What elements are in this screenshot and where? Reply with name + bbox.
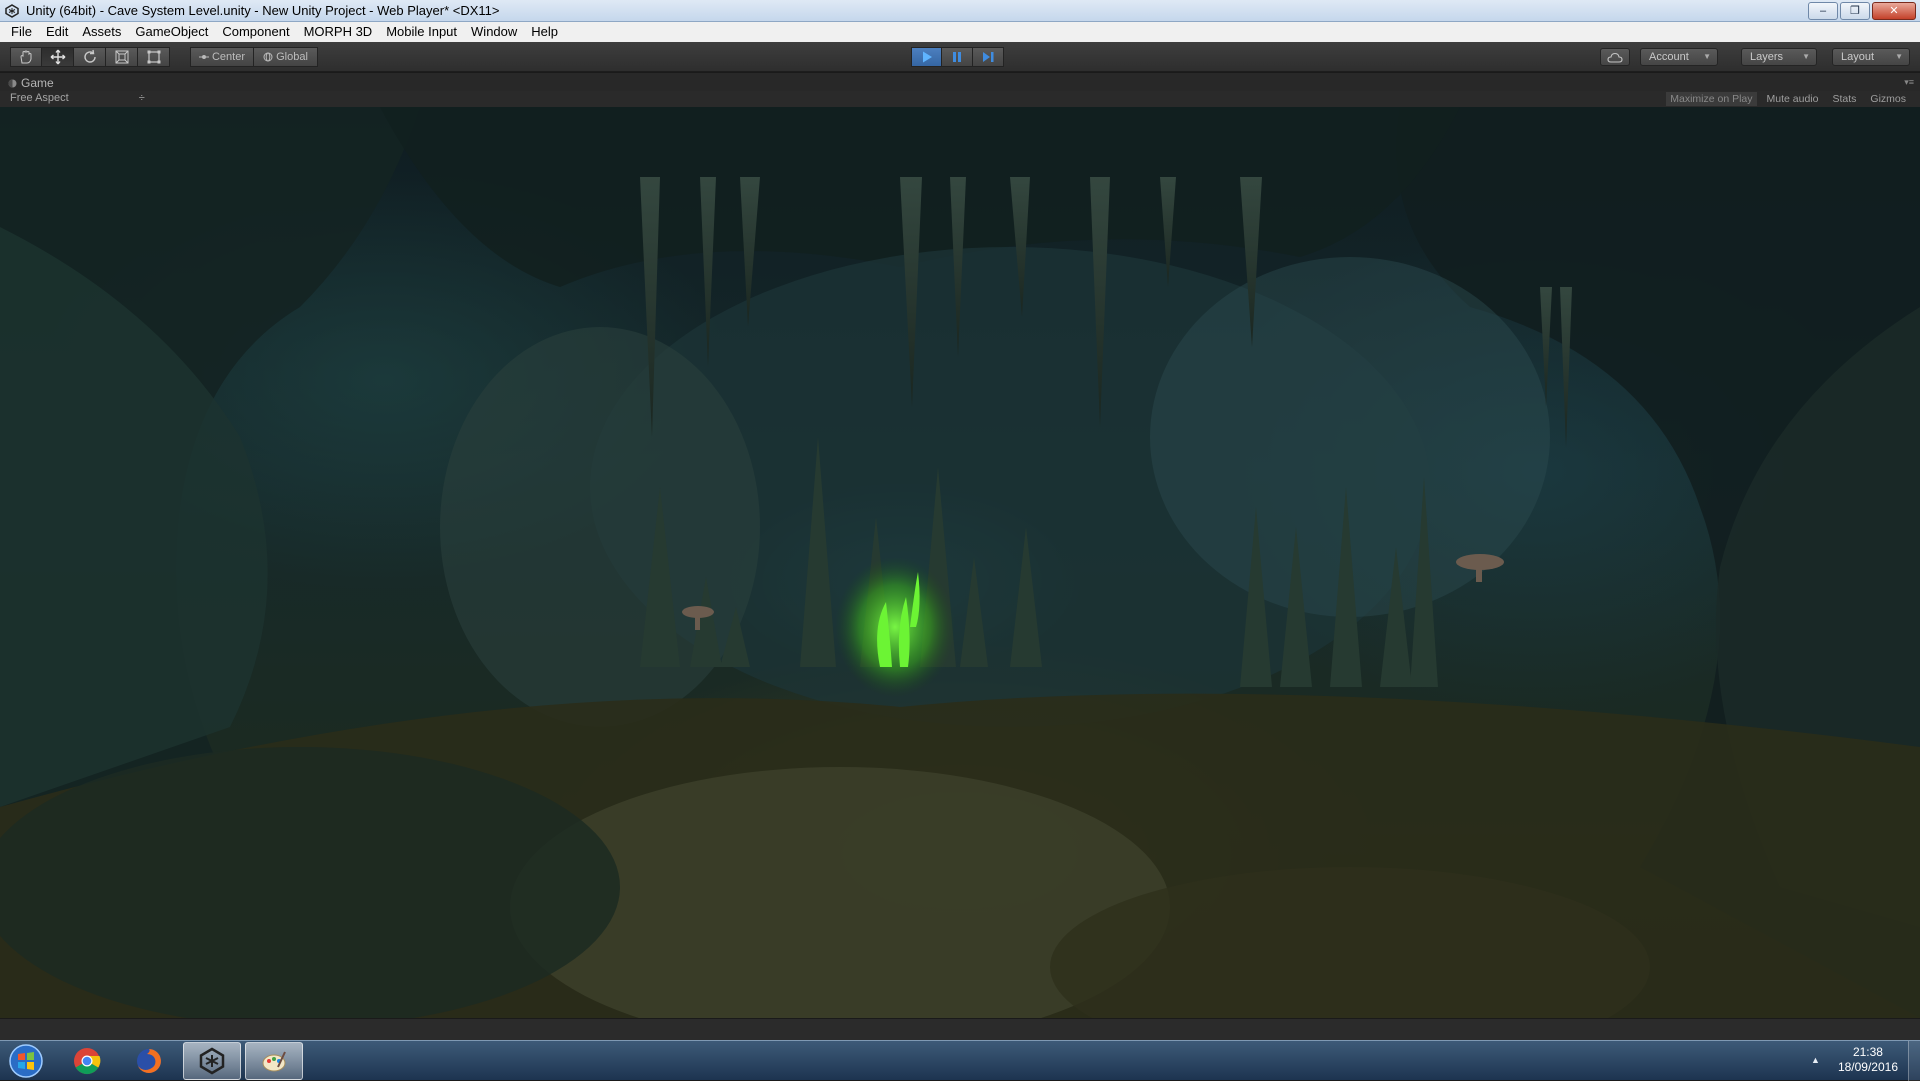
pivot-center-button[interactable]: Center <box>190 47 254 67</box>
pause-icon <box>953 52 961 62</box>
close-button[interactable]: ✕ <box>1872 1 1916 20</box>
cave-scene <box>0 107 1920 1018</box>
scale-tool-button[interactable] <box>106 47 138 67</box>
pivot-center-label: Center <box>211 51 246 63</box>
hand-tool-button[interactable] <box>10 47 42 67</box>
unity-icon <box>199 1047 225 1075</box>
scale-tool-icon <box>115 50 128 64</box>
game-panel-tab-bar: Game ▾≡ <box>0 73 1920 91</box>
show-desktop-button[interactable] <box>1908 1041 1920 1081</box>
account-label: Account <box>1649 51 1689 63</box>
game-tab-label: Game <box>21 76 54 90</box>
layout-label: Layout <box>1841 51 1875 63</box>
layout-dropdown[interactable]: Layout ▼ <box>1832 48 1910 66</box>
maximize-on-play-toggle[interactable]: Maximize on Play <box>1666 92 1757 106</box>
game-tab[interactable]: Game <box>8 75 54 91</box>
menu-edit[interactable]: Edit <box>39 22 75 42</box>
pivot-global-button[interactable]: Global <box>254 47 318 67</box>
menu-bar: File Edit Assets GameObject Component MO… <box>0 22 1920 42</box>
aspect-label: Free Aspect <box>10 92 69 104</box>
pivot-global-label: Global <box>276 51 308 63</box>
caret-down-icon: ▼ <box>1895 52 1903 61</box>
play-icon <box>922 51 932 63</box>
system-tray: ▲ 21:38 18/09/2016 <box>1811 1045 1898 1075</box>
rotate-tool-button[interactable] <box>74 47 106 67</box>
clock-time: 21:38 <box>1852 1045 1883 1059</box>
menu-assets[interactable]: Assets <box>75 22 128 42</box>
menu-help[interactable]: Help <box>524 22 565 42</box>
game-controller-icon <box>8 79 17 87</box>
transform-tools <box>10 47 170 67</box>
taskbar-clock[interactable]: 21:38 18/09/2016 <box>1838 1045 1898 1075</box>
caret-down-icon: ▼ <box>1703 52 1711 61</box>
menu-gameobject[interactable]: GameObject <box>128 22 215 42</box>
window-title-bar: Unity (64bit) - Cave System Level.unity … <box>0 0 1920 22</box>
step-icon <box>983 52 994 62</box>
minimize-button[interactable]: – <box>1808 1 1838 20</box>
rect-tool-icon <box>147 50 160 64</box>
pivot-center-icon <box>198 55 209 59</box>
status-bar <box>0 1018 1920 1040</box>
taskbar-firefox[interactable] <box>120 1042 178 1080</box>
taskbar-paint[interactable] <box>245 1042 303 1080</box>
main-toolbar: Center Global Account ▼ Layers ▼ Layout … <box>0 42 1920 72</box>
account-dropdown[interactable]: Account ▼ <box>1640 48 1718 66</box>
unity-icon <box>4 3 20 19</box>
pause-button[interactable] <box>942 47 973 67</box>
menu-file[interactable]: File <box>4 22 39 42</box>
cloud-button-wrap <box>1600 48 1630 68</box>
mute-audio-toggle[interactable]: Mute audio <box>1763 92 1823 106</box>
paint-icon <box>262 1051 286 1072</box>
game-view-controls: Free Aspect ÷ Maximize on Play Mute audi… <box>0 91 1920 107</box>
panel-menu-icon[interactable]: ▾≡ <box>1904 77 1914 88</box>
pivot-toggles: Center Global <box>190 47 318 67</box>
taskbar-chrome[interactable] <box>58 1042 116 1080</box>
stats-toggle[interactable]: Stats <box>1828 92 1860 106</box>
clock-date: 18/09/2016 <box>1837 1060 1898 1074</box>
firefox-icon <box>137 1049 161 1073</box>
layers-label: Layers <box>1750 51 1784 63</box>
move-tool-button[interactable] <box>42 47 74 67</box>
menu-component[interactable]: Component <box>215 22 296 42</box>
start-button[interactable] <box>4 1043 48 1079</box>
layers-dropdown-wrap: Layers ▼ <box>1741 48 1817 68</box>
gizmos-dropdown[interactable]: Gizmos <box>1866 92 1910 106</box>
move-tool-icon <box>50 49 65 65</box>
windows-start-icon <box>9 1044 43 1078</box>
tray-expand-icon[interactable]: ▲ <box>1811 1055 1820 1065</box>
maximize-button[interactable]: ❐ <box>1840 1 1870 20</box>
step-button[interactable] <box>973 47 1004 67</box>
window-title: Unity (64bit) - Cave System Level.unity … <box>26 3 500 18</box>
playback-controls <box>911 47 1004 67</box>
play-button[interactable] <box>911 47 942 67</box>
cloud-button[interactable] <box>1600 48 1630 66</box>
rotate-tool-icon <box>83 49 96 63</box>
taskbar-unity[interactable] <box>183 1042 241 1080</box>
menu-mobile-input[interactable]: Mobile Input <box>379 22 464 42</box>
cloud-icon <box>1607 52 1623 63</box>
layout-dropdown-wrap: Layout ▼ <box>1832 48 1910 68</box>
aspect-dropdown[interactable]: Free Aspect ÷ <box>10 92 145 104</box>
caret-down-icon: ▼ <box>1802 52 1810 61</box>
globe-icon <box>263 52 273 62</box>
layers-dropdown[interactable]: Layers ▼ <box>1741 48 1817 66</box>
hand-tool-icon <box>20 50 32 64</box>
menu-morph3d[interactable]: MORPH 3D <box>297 22 380 42</box>
windows-taskbar: ▲ 21:38 18/09/2016 <box>0 1040 1920 1081</box>
menu-window[interactable]: Window <box>464 22 524 42</box>
chrome-icon <box>74 1048 101 1075</box>
game-view-viewport[interactable] <box>0 107 1920 1018</box>
account-dropdown-wrap: Account ▼ <box>1640 48 1718 68</box>
aspect-caret-icon: ÷ <box>138 92 145 104</box>
rect-tool-button[interactable] <box>138 47 170 67</box>
